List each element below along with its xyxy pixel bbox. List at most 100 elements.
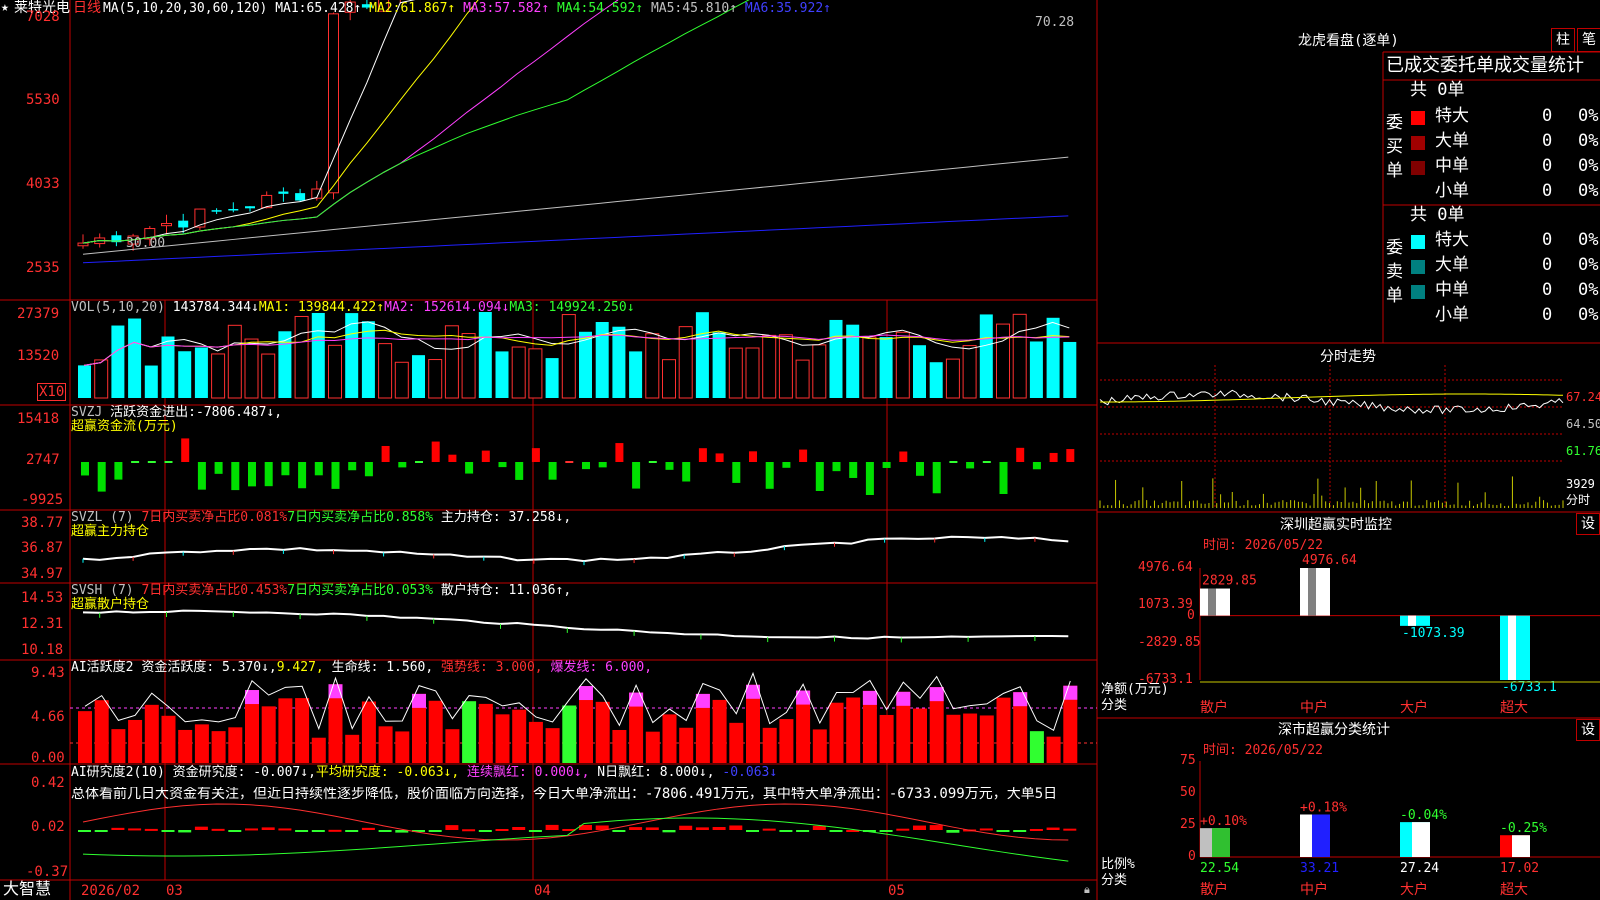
activity-bar (94, 700, 109, 763)
flow-bar (815, 462, 824, 491)
svzl-tick: 36.87 (21, 540, 64, 556)
flow-bar (197, 462, 206, 490)
classify-bar-stripe (1312, 814, 1330, 857)
intraday-vol-label: 分时 (1566, 493, 1591, 507)
ai1-tick: 4.66 (31, 709, 65, 725)
flow-bar (799, 449, 808, 462)
flow-bar (248, 462, 256, 487)
volume-bar (629, 351, 643, 398)
activity-bar (261, 706, 276, 763)
ma5-value: 45.810↑ (682, 1, 738, 16)
dragon-tabs[interactable]: 已成交委托单成交量统计 (1386, 57, 1584, 75)
activity-bar (144, 704, 159, 763)
ma-line (82, 0, 619, 244)
order-percent: 0% (1578, 131, 1599, 151)
research-bar (629, 827, 643, 830)
month-label: 03 (166, 883, 183, 899)
legend-swatch (1411, 260, 1425, 274)
svsh-subtitle: 超赢散户持仓 (71, 597, 150, 612)
volume-bar (78, 365, 91, 398)
svzl-subtitle: 超赢主力持仓 (71, 524, 150, 539)
research-line (82, 803, 1069, 841)
activity-bar (194, 724, 209, 763)
order-type: 特大 (1435, 230, 1469, 250)
classify-settings-button[interactable]: 设 (1576, 719, 1600, 741)
svsh-c-value: 11.036↑, (508, 583, 572, 598)
research-bar (779, 830, 793, 832)
vol-tick: 27379 (17, 306, 60, 322)
volume-bar (294, 315, 309, 399)
volume-bar (428, 359, 443, 399)
order-percent: 0% (1578, 255, 1599, 275)
candle-down (211, 210, 222, 212)
flow-bar (515, 462, 524, 480)
classify-category: 散户 (1200, 881, 1228, 898)
order-type: 中单 (1435, 280, 1469, 300)
research-bar (946, 830, 960, 833)
buy-label: 委买单 (1386, 113, 1403, 181)
ma1-name: MA1: (275, 1, 307, 16)
lock-icon[interactable]: 🔒︎ (1084, 884, 1090, 895)
activity-bar (996, 697, 1011, 763)
flow-bar (431, 441, 440, 462)
research-bar (729, 825, 743, 830)
price-tick: 7028 (26, 9, 60, 25)
activity-bar-top (1013, 692, 1028, 707)
research-bar (278, 828, 292, 831)
svzl-c-value: 37.258↓, (508, 510, 572, 525)
activity-bar (645, 731, 660, 763)
brand-logo[interactable]: 大智慧 (3, 881, 51, 897)
flow-bar (865, 462, 874, 495)
svzj-title: SVZJ (71, 405, 103, 420)
candle-up (161, 223, 172, 227)
flow-bar (682, 462, 691, 482)
ai2-a: 资金研究度: -0.007↓, (172, 765, 316, 780)
vol-unit[interactable]: X10 (37, 383, 67, 401)
flow-bar (832, 462, 841, 472)
svzj-subtitle: 超赢资金流(万元) (71, 419, 178, 434)
bar-mode-button[interactable]: 柱 (1551, 28, 1575, 52)
volume-bar (645, 333, 660, 399)
research-bar (345, 830, 359, 832)
ai1-e: 爆发线: 6.000, (550, 660, 653, 675)
activity-bar (812, 729, 827, 763)
buy-total: 共 0单 (1410, 80, 1465, 100)
candle-down (245, 206, 255, 209)
classify-value-label: 17.02 (1500, 861, 1539, 876)
period-label[interactable]: 日线 (73, 1, 101, 15)
classify-change-label: -0.25% (1500, 821, 1547, 836)
research-bar (462, 829, 476, 832)
activity-bar (528, 721, 543, 763)
research-bar (361, 827, 375, 830)
activity-bar (395, 731, 410, 763)
order-type: 特大 (1435, 106, 1469, 126)
research-bar (528, 830, 542, 832)
research-bar (111, 827, 125, 830)
legend-swatch (1411, 235, 1425, 249)
order-percent: 0% (1578, 181, 1599, 201)
svsh-b: 7日内买卖净占比0.053% (287, 583, 434, 598)
research-bar (311, 830, 325, 832)
order-count: 0 (1542, 255, 1553, 275)
flow-bar (381, 445, 390, 462)
monitor-bar-label: 2829.85 (1202, 574, 1257, 589)
flow-bar (415, 461, 423, 463)
flow-bar (348, 462, 357, 471)
monitor-settings-button[interactable]: 设 (1576, 513, 1600, 535)
volume-bar (545, 358, 559, 398)
volume-bar (762, 334, 777, 399)
candle-down (278, 191, 289, 194)
monitor-bar-stripe (1408, 615, 1416, 626)
flow-bar (548, 462, 557, 480)
tick-mode-button[interactable]: 笔 (1577, 28, 1600, 52)
classify-ratio-label: 比例% (1101, 857, 1135, 872)
flow-bar (932, 462, 941, 494)
classify-change-label: +0.10% (1200, 814, 1247, 829)
intraday-title: 分时走势 (1320, 349, 1376, 365)
ai2-summary: 总体看前几日大资金有关注，但近日持续性逐步降低，股价面临方向选择，今日大单净流出… (71, 787, 1058, 801)
ma-line (82, 0, 479, 244)
flow-bar (481, 450, 490, 462)
svsh-legend: SVSH (7) 7日内买卖净占比0.453%7日内买卖净占比0.053% 散户… (71, 584, 571, 597)
volume-bar (511, 346, 526, 399)
ai2-tick: -0.37 (26, 864, 69, 880)
